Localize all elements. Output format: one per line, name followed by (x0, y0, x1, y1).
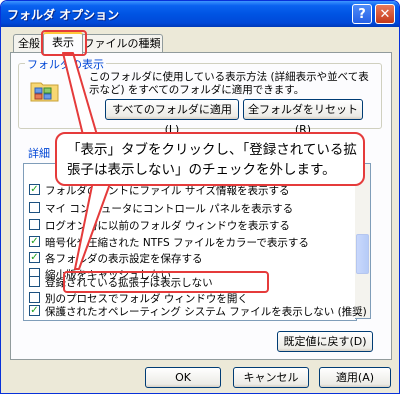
hide-extensions-highlight (63, 271, 269, 293)
instruction-callout: 「表示」タブをクリックし、「登録されている拡張子は表示しない」のチェックを外しま… (55, 132, 365, 186)
folder-options-window: フォルダ オプション ? ✕ 全般 表示 ファイルの種類 フォルダの表示 このフ… (0, 0, 400, 394)
callout-pointers (62, 52, 112, 270)
callout-text: 「表示」タブをクリックし、「登録されている拡張子は表示しない」のチェックを外しま… (67, 142, 357, 178)
view-tab-highlight (41, 30, 87, 56)
